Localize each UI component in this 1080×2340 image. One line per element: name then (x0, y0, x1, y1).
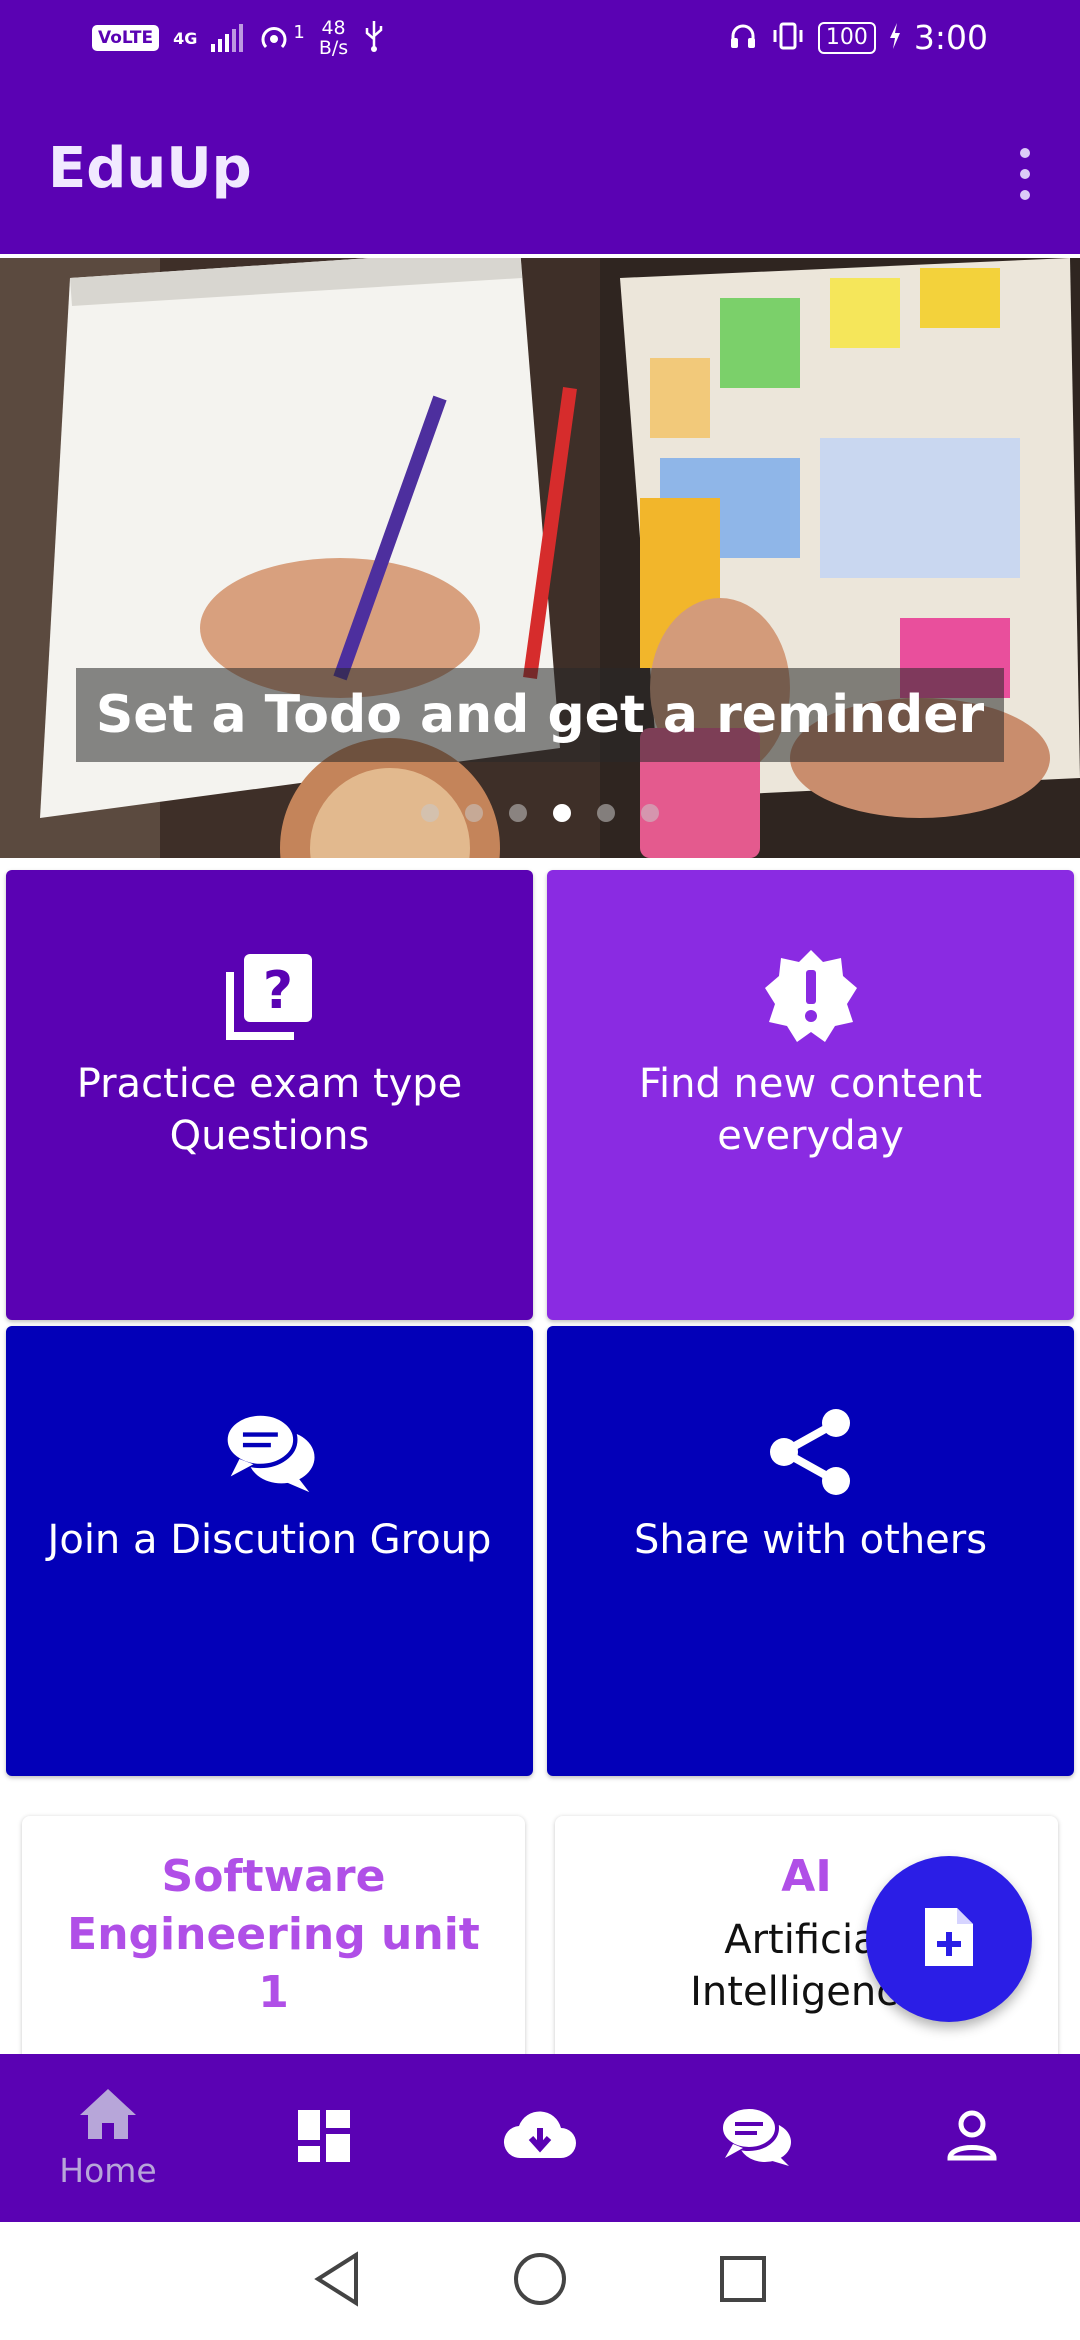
tile-label: Join a Discution Group (47, 1517, 492, 1563)
note-add-icon (921, 1904, 977, 1974)
course-card[interactable]: Software Engineering unit 1 (22, 1816, 525, 2076)
nav-downloads[interactable] (432, 2054, 648, 2222)
speed-unit: B/s (318, 37, 349, 59)
carousel-indicator (0, 804, 1080, 822)
banner-image (0, 258, 1080, 858)
battery-level: 100 (817, 21, 876, 54)
feature-grid: ? Practice exam type Questions Find new … (6, 870, 1074, 1776)
speed-value: 48 (321, 17, 346, 39)
carousel-dot[interactable] (421, 804, 439, 822)
banner-caption-box: Set a Todo and get a reminder (76, 668, 1004, 762)
tile-new-content[interactable]: Find new content everyday (547, 870, 1074, 1320)
share-icon (763, 1404, 859, 1500)
bottom-navigation: Home (0, 2054, 1080, 2222)
tile-label: Find new content everyday (638, 1061, 983, 1159)
app-title: EduUp (48, 136, 252, 201)
status-left: VoLTE 4G 1 48 B/s (92, 18, 386, 58)
usb-icon (362, 19, 386, 57)
recents-icon[interactable] (718, 2254, 768, 2308)
status-right: 100 3:00 (728, 18, 988, 57)
dashboard-icon (296, 2108, 352, 2168)
chat-icon (719, 2104, 793, 2172)
vibrate-icon (770, 21, 806, 55)
status-bar: VoLTE 4G 1 48 B/s 100 3:00 (0, 0, 1080, 84)
nav-home[interactable]: Home (0, 2054, 216, 2222)
image-carousel[interactable]: Set a Todo and get a reminder (0, 258, 1080, 858)
nav-dashboard[interactable] (216, 2054, 432, 2222)
clock: 3:00 (913, 18, 988, 57)
hotspot-count: 1 (293, 21, 305, 43)
quiz-icon: ? (222, 948, 318, 1044)
carousel-dot-active[interactable] (553, 804, 571, 822)
tile-practice-questions[interactable]: ? Practice exam type Questions (6, 870, 533, 1320)
course-title: Software Engineering unit 1 (67, 1851, 480, 2018)
nav-profile[interactable] (864, 2054, 1080, 2222)
add-note-button[interactable] (866, 1856, 1032, 2022)
nav-chat[interactable] (648, 2054, 864, 2222)
signal-icon (211, 24, 244, 52)
nav-home-label: Home (59, 2150, 157, 2190)
svg-text:?: ? (262, 961, 292, 1021)
home-icon (78, 2087, 138, 2145)
app-bar: EduUp (0, 84, 1080, 254)
forum-icon (222, 1404, 318, 1500)
home-circle-icon[interactable] (512, 2251, 568, 2311)
network-type: 4G (173, 28, 198, 48)
carousel-dot[interactable] (509, 804, 527, 822)
back-icon[interactable] (312, 2251, 362, 2311)
tile-share[interactable]: Share with others (547, 1326, 1074, 1776)
carousel-dot[interactable] (597, 804, 615, 822)
tile-label: Share with others (633, 1517, 988, 1563)
system-navigation-bar (0, 2222, 1080, 2340)
overflow-menu-icon[interactable] (1010, 144, 1040, 204)
carousel-dot[interactable] (465, 804, 483, 822)
cloud-download-icon (503, 2110, 577, 2166)
banner-caption: Set a Todo and get a reminder (95, 685, 985, 745)
person-icon (946, 2110, 998, 2166)
new-releases-icon (763, 948, 859, 1044)
volte-indicator: VoLTE (92, 25, 160, 51)
tile-discussion-group[interactable]: Join a Discution Group (6, 1326, 533, 1776)
carousel-dot[interactable] (641, 804, 659, 822)
hotspot-icon (257, 21, 291, 55)
headset-icon (728, 21, 758, 55)
network-speed: 48 B/s (319, 18, 348, 58)
charging-icon (888, 22, 902, 54)
tile-label: Practice exam type Questions (76, 1061, 463, 1159)
